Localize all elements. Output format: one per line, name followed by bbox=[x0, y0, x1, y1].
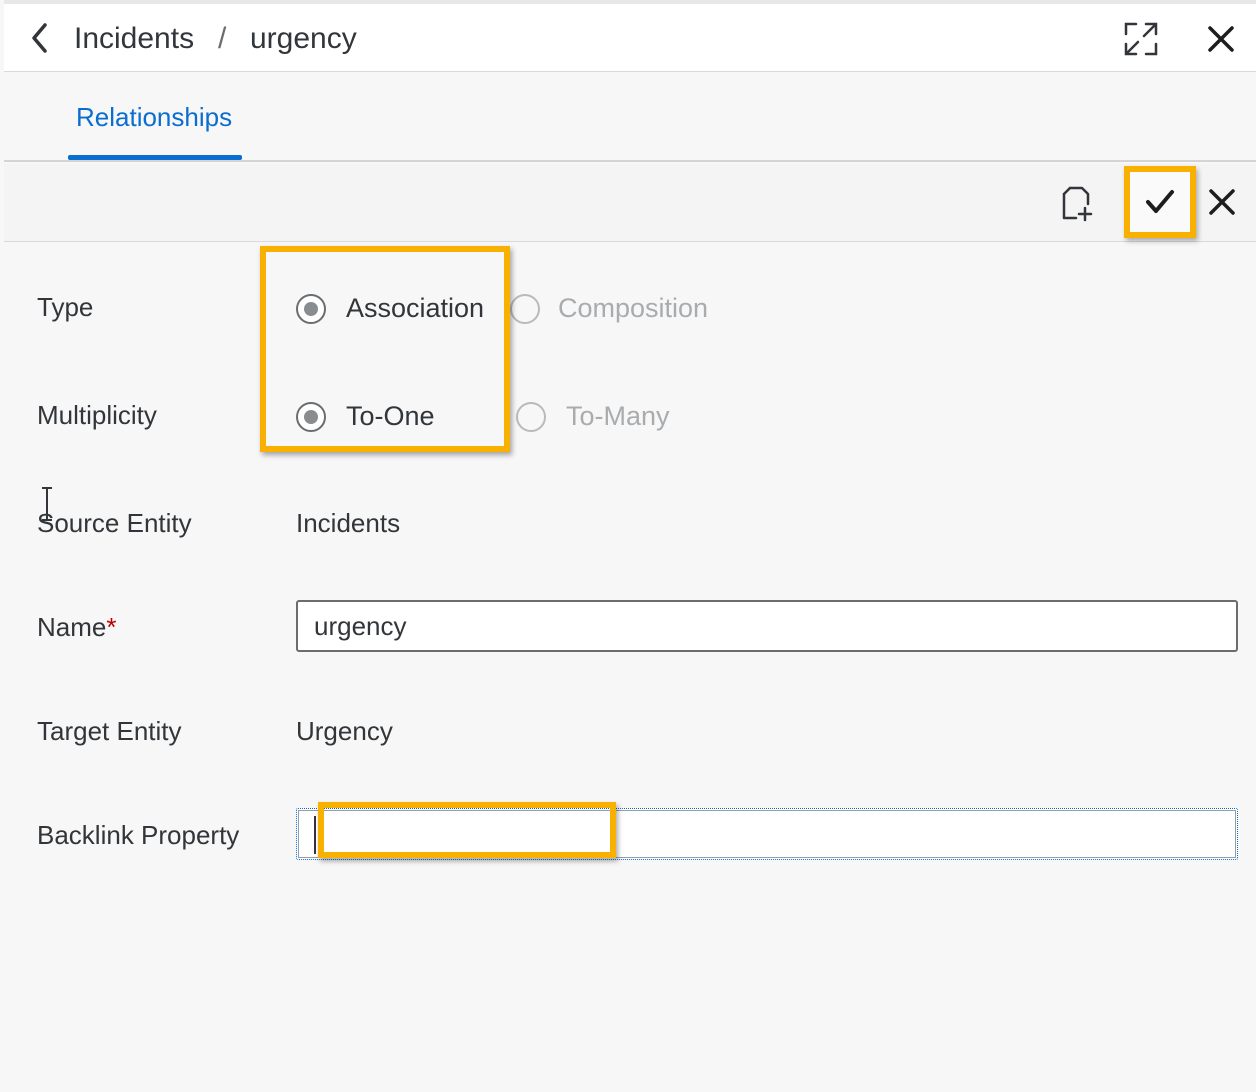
required-indicator: * bbox=[106, 612, 117, 642]
breadcrumb-separator: / bbox=[218, 22, 227, 55]
breadcrumb-urgency: urgency bbox=[250, 22, 357, 55]
close-panel-button[interactable] bbox=[1204, 22, 1238, 56]
radio-to-many-label: To-Many bbox=[566, 401, 670, 431]
name-input[interactable] bbox=[296, 600, 1238, 652]
chevron-left-icon bbox=[32, 23, 47, 53]
target-entity-value: Urgency bbox=[296, 716, 393, 746]
expand-icon bbox=[1124, 22, 1158, 56]
multiplicity-label: Multiplicity bbox=[37, 400, 157, 430]
backlink-property-label: Backlink Property bbox=[37, 820, 240, 850]
target-entity-label: Target Entity bbox=[37, 716, 182, 746]
fullscreen-button[interactable] bbox=[1122, 20, 1160, 58]
copy-icon bbox=[1062, 186, 1093, 222]
copy-button[interactable] bbox=[1060, 184, 1096, 222]
name-label-text: Name bbox=[37, 612, 107, 642]
source-entity-value: Incidents bbox=[296, 508, 401, 538]
highlight-box-radios bbox=[260, 246, 510, 452]
type-label: Type bbox=[37, 292, 94, 322]
checkmark-icon bbox=[1146, 190, 1174, 213]
radio-composition-label: Composition bbox=[558, 293, 709, 323]
text-caret bbox=[314, 816, 316, 854]
tab-relationships[interactable]: Relationships bbox=[76, 102, 232, 133]
confirm-button[interactable] bbox=[1124, 166, 1196, 238]
close-icon bbox=[1209, 189, 1235, 215]
radio-composition bbox=[510, 294, 540, 324]
highlight-box-backlink bbox=[318, 802, 616, 858]
cancel-button[interactable] bbox=[1206, 186, 1238, 218]
source-entity-label: Source Entity bbox=[37, 508, 192, 538]
back-button[interactable] bbox=[26, 18, 56, 58]
name-label: Name* bbox=[37, 612, 116, 643]
active-tab-indicator bbox=[68, 155, 242, 160]
radio-to-many bbox=[516, 402, 546, 432]
close-icon bbox=[1208, 26, 1234, 52]
text-cursor-icon bbox=[40, 486, 54, 522]
breadcrumb-incidents[interactable]: Incidents bbox=[74, 22, 194, 56]
